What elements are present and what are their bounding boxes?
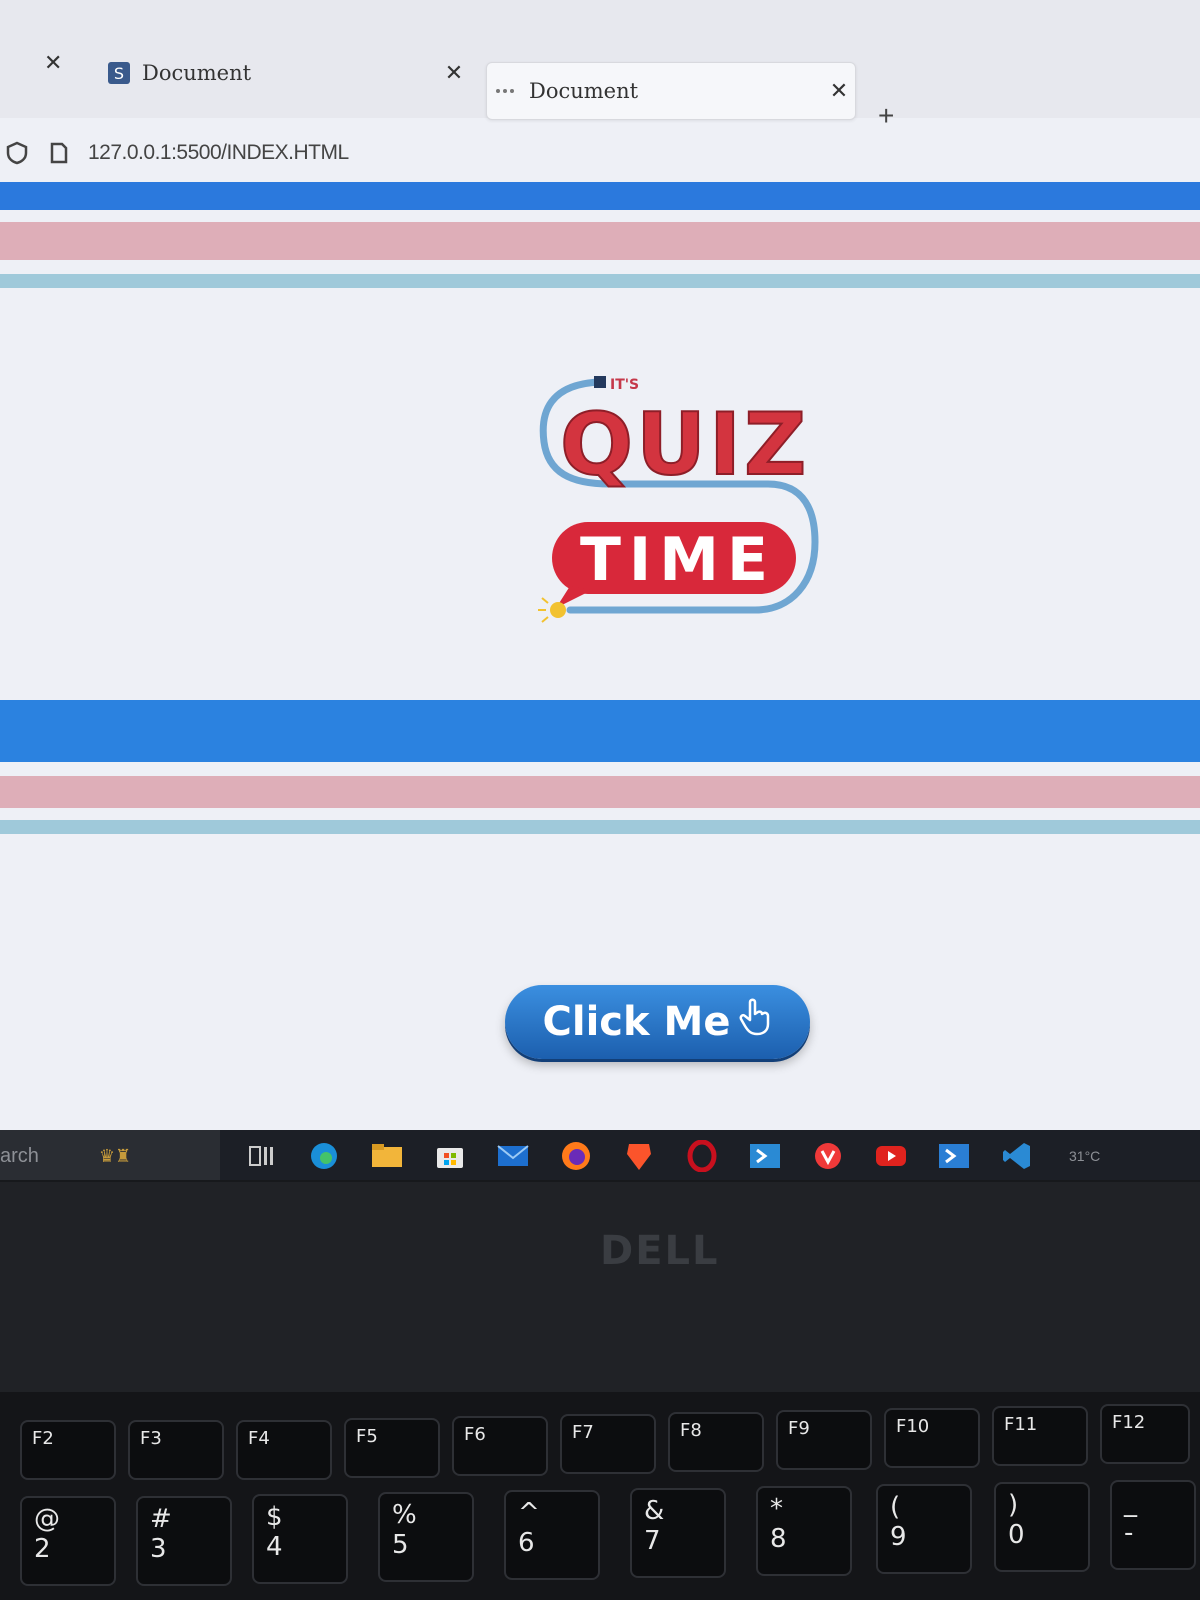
stripe-blue-top xyxy=(0,182,1200,210)
weather-text[interactable]: 31°C xyxy=(1069,1148,1100,1164)
store-icon[interactable] xyxy=(428,1138,472,1174)
firefox-icon[interactable] xyxy=(554,1138,598,1174)
task-view-icon[interactable] xyxy=(239,1138,283,1174)
tab-title: Document xyxy=(529,79,639,103)
page-icon xyxy=(50,142,68,164)
tab-close-icon[interactable]: ✕ xyxy=(823,79,855,104)
vscode-icon[interactable] xyxy=(995,1138,1039,1174)
key-4[interactable]: $4 xyxy=(252,1494,348,1584)
click-me-button[interactable]: Click Me xyxy=(505,985,810,1059)
key-f8[interactable]: F8 xyxy=(668,1412,764,1472)
screen: ✕ S Document ✕ Document ✕ + 127.0.0.1:55… xyxy=(0,0,1200,1180)
logo-its-text: IT'S xyxy=(610,377,639,393)
tab-title: Document xyxy=(142,61,252,85)
stripe-teal-top xyxy=(0,274,1200,288)
key-8[interactable]: * 8 xyxy=(756,1486,852,1576)
key-f3[interactable]: F3 xyxy=(128,1420,224,1480)
terminal-icon[interactable] xyxy=(932,1138,976,1174)
stripe-pink-top xyxy=(0,222,1200,260)
search-highlight-icon: ♛♜ xyxy=(98,1145,132,1166)
stripe-pink-bottom xyxy=(0,776,1200,808)
key-6[interactable]: ^ 6 xyxy=(504,1490,600,1580)
key-f11[interactable]: F11 xyxy=(992,1406,1088,1466)
tab-strip: ✕ S Document ✕ Document ✕ + xyxy=(0,0,1200,131)
key-f4[interactable]: F4 xyxy=(236,1420,332,1480)
vivaldi-icon[interactable] xyxy=(806,1138,850,1174)
key-7[interactable]: & 7 xyxy=(630,1488,726,1578)
tab-favicon-icon: S xyxy=(106,60,132,86)
mail-icon[interactable] xyxy=(491,1138,535,1174)
taskbar: arch ♛♜ 31°C xyxy=(0,1130,1200,1180)
hand-pointer-icon xyxy=(738,998,772,1046)
key-9[interactable]: (9 xyxy=(876,1484,972,1574)
quiz-time-logo: IT'S QUIZ TIME xyxy=(530,372,830,642)
url-field[interactable]: 127.0.0.1:5500/INDEX.HTML xyxy=(88,141,349,165)
edge-icon[interactable] xyxy=(302,1138,346,1174)
opera-icon[interactable] xyxy=(680,1138,724,1174)
key-f6[interactable]: F6 xyxy=(452,1416,548,1476)
youtube-icon[interactable] xyxy=(869,1138,913,1174)
brave-icon[interactable] xyxy=(617,1138,661,1174)
close-icon[interactable]: ✕ xyxy=(44,50,62,76)
key-f12[interactable]: F12 xyxy=(1100,1404,1190,1464)
svg-text:S: S xyxy=(114,64,124,83)
key-0[interactable]: ) 0 xyxy=(994,1482,1090,1572)
taskbar-search[interactable]: arch ♛♜ xyxy=(0,1130,220,1180)
key-f7[interactable]: F7 xyxy=(560,1414,656,1474)
key-5[interactable]: % 5 xyxy=(378,1492,474,1582)
powershell-icon[interactable] xyxy=(743,1138,787,1174)
address-bar: 127.0.0.1:5500/INDEX.HTML xyxy=(0,128,1200,178)
file-explorer-icon[interactable] xyxy=(365,1138,409,1174)
brand-logo: DELL xyxy=(600,1228,720,1274)
shield-icon[interactable] xyxy=(6,141,28,165)
stripe-teal-bottom xyxy=(0,820,1200,834)
keyboard: F2 F3 F4 F5 F6 F7 F8 F9 F10 F11 F12 @2 #… xyxy=(0,1392,1200,1600)
tab-document-1[interactable]: S Document ✕ xyxy=(100,44,470,102)
key-f2[interactable]: F2 xyxy=(20,1420,116,1480)
key-3[interactable]: #3 xyxy=(136,1496,232,1586)
key-f10[interactable]: F10 xyxy=(884,1408,980,1468)
logo-quiz-text: QUIZ xyxy=(560,395,809,495)
search-text: arch xyxy=(0,1144,39,1167)
key-2[interactable]: @2 xyxy=(20,1496,116,1586)
logo-time-text: TIME xyxy=(580,525,776,595)
tab-favicon-icon xyxy=(493,78,519,104)
key-f9[interactable]: F9 xyxy=(776,1410,872,1470)
laptop-bezel xyxy=(0,1182,1200,1392)
stripe-blue-bottom xyxy=(0,700,1200,762)
tab-close-icon[interactable]: ✕ xyxy=(438,61,470,86)
key-minus[interactable]: _ - xyxy=(1110,1480,1196,1570)
click-me-label: Click Me xyxy=(542,999,731,1045)
key-f5[interactable]: F5 xyxy=(344,1418,440,1478)
tab-document-2[interactable]: Document ✕ xyxy=(486,62,856,120)
